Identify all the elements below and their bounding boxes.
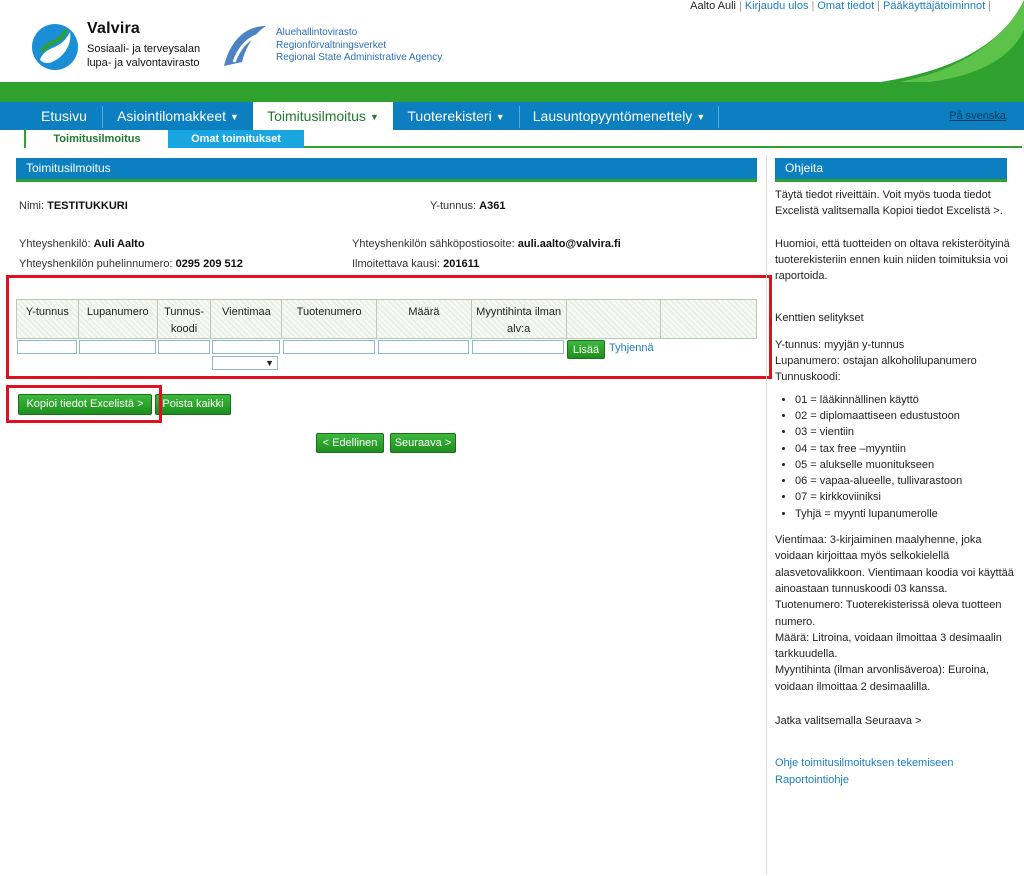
nav-item-tuoterekisteri[interactable]: Tuoterekisteri ▼ <box>393 102 519 130</box>
nav-divider <box>718 106 719 128</box>
ytunnus-field: Y-tunnus: A361 <box>430 200 505 212</box>
admin-functions-link[interactable]: Pääkäyttäjätoiminnot <box>883 0 985 12</box>
nav-item-label: Etusivu <box>41 108 87 124</box>
valvira-logo-icon[interactable] <box>30 22 80 72</box>
code-list-item: Tyhjä = myynti lupanumerolle <box>795 506 1015 522</box>
help-text: Lupanumero: ostajan alkoholilupanumero <box>775 355 977 368</box>
sidebar-divider <box>766 155 767 875</box>
email-field: Yhteyshenkilön sähköpostiosoite: auli.aa… <box>352 238 621 250</box>
avi-logo-icon[interactable] <box>220 22 270 68</box>
sidebar-title: Ohjeita <box>775 158 1007 182</box>
avi-line1: Aluehallintovirasto <box>276 27 358 38</box>
code-list-item: 06 = vapaa-alueelle, tullivarastoon <box>795 473 1015 489</box>
phone-field: Yhteyshenkilön puhelinnumero: 0295 209 5… <box>19 258 243 270</box>
ytunnus-value: A361 <box>479 200 506 212</box>
phone-label: Yhteyshenkilön puhelinnumero: <box>19 258 173 270</box>
help-text: Vientimaa: 3-kirjaiminen maalyhenne, jok… <box>775 534 1014 595</box>
help-heading: Kenttien selitykset <box>775 312 864 325</box>
code-list-item: 02 = diplomaattiseen edustustoon <box>795 408 1015 424</box>
help-text: Tuotenumero: Tuoterekisterissä oleva tuo… <box>775 599 1002 628</box>
excel-button-highlight-box <box>6 385 162 423</box>
contact-label: Yhteyshenkilö: <box>19 238 91 250</box>
help-text: Y-tunnus: myyjän y-tunnus <box>775 338 905 351</box>
avi-text: Aluehallintovirasto Regionförvaltningsve… <box>276 27 442 65</box>
phone-value: 0295 209 512 <box>175 258 243 270</box>
ytunnus-label: Y-tunnus: <box>430 200 477 212</box>
caret-down-icon: ▼ <box>369 112 379 122</box>
code-list-item: 05 = alukselle muonitukseen <box>795 457 1015 473</box>
delete-all-button[interactable]: Poista kaikki <box>155 394 231 415</box>
table-highlight-box <box>6 275 772 379</box>
avi-line2: Regionförvaltningsverket <box>276 39 387 51</box>
name-label: Nimi: <box>19 200 45 212</box>
help-text: Määrä: Litroina, voidaan ilmoittaa 3 des… <box>775 631 1002 661</box>
name-field: Nimi: TESTITUKKURI <box>19 200 128 212</box>
caret-down-icon: ▼ <box>696 112 706 122</box>
header-green-band <box>0 82 1024 102</box>
contact-field: Yhteyshenkilö: Auli Aalto <box>19 238 145 250</box>
reporting-guide-link[interactable]: Raportointiohje <box>775 774 849 786</box>
swedish-language-link[interactable]: På svenska <box>949 102 1006 130</box>
user-links: Aalto Auli | Kirjaudu ulos | Omat tiedot | Pää… <box>690 0 991 12</box>
caret-down-icon: ▼ <box>230 112 239 122</box>
help-text: Tunnuskoodi: <box>775 371 841 384</box>
help-text: Täytä tiedot riveittäin. Voit myös tuoda… <box>775 189 1003 218</box>
page-title: Toimitusilmoitus <box>16 158 757 182</box>
period-label: Ilmoitettava kausi: <box>352 258 441 270</box>
period-field: Ilmoitettava kausi: 201611 <box>352 258 479 270</box>
nav-item-toimitusilmoitus[interactable]: Toimitusilmoitus ▼ <box>253 102 393 130</box>
valvira-title: Valvira <box>87 20 141 37</box>
own-info-link[interactable]: Omat tiedot <box>817 0 874 12</box>
email-label: Yhteyshenkilön sähköpostiosoite: <box>352 238 515 250</box>
caret-down-icon: ▼ <box>495 112 505 122</box>
sub-nav: Toimitusilmoitus Omat toimitukset <box>0 130 1024 148</box>
name-value: TESTITUKKURI <box>47 200 128 212</box>
code-list-item: 03 = vientiin <box>795 424 1015 440</box>
nav-item-etusivu[interactable]: Etusivu <box>26 102 102 130</box>
nav-item-label: Asiointilomakkeet <box>117 108 226 124</box>
next-button[interactable]: Seuraava > <box>390 433 456 453</box>
subtab-omat-toimitukset[interactable]: Omat toimitukset <box>168 130 304 148</box>
nav-item-label: Tuoterekisteri <box>407 108 492 124</box>
code-list-item: 04 = tax free –myyntiin <box>795 441 1015 457</box>
help-sidebar: Täytä tiedot riveittäin. Voit myös tuoda… <box>775 187 1015 788</box>
main-nav: Etusivu Asiointilomakkeet ▼ Toimitusilmoi… <box>0 102 1024 130</box>
help-text: Huomioi, että tuotteiden on oltava rekis… <box>775 237 1010 283</box>
help-text: Jatka valitsemalla Seuraava > <box>775 715 922 728</box>
previous-button[interactable]: < Edellinen <box>316 433 384 453</box>
contact-value: Auli Aalto <box>93 238 145 250</box>
nav-item-label: Lausuntopyyntömenettely <box>532 108 693 124</box>
avi-line3: Regional State Administrative Agency <box>276 52 443 63</box>
nav-item-label: Toimitusilmoitus <box>267 108 366 124</box>
guide-link[interactable]: Ohje toimitusilmoituksen tekemiseen <box>775 757 954 769</box>
user-name: Aalto Auli <box>690 0 736 12</box>
help-text: Myyntihinta (ilman arvonlisäveroa): Euro… <box>775 664 989 693</box>
nav-item-lausuntopyyntomenettely[interactable]: Lausuntopyyntömenettely ▼ <box>520 102 718 130</box>
code-list-item: 07 = kirkkoviiniksi <box>795 489 1015 505</box>
logout-link[interactable]: Kirjaudu ulos <box>745 0 809 12</box>
subtab-toimitusilmoitus[interactable]: Toimitusilmoitus <box>24 130 170 148</box>
email-value: auli.aalto@valvira.fi <box>517 238 621 250</box>
code-list-item: 01 = lääkinnällinen käyttö <box>795 392 1015 408</box>
period-value: 201611 <box>443 258 480 270</box>
nav-item-asiointilomakkeet[interactable]: Asiointilomakkeet ▼ <box>103 102 253 130</box>
code-list: 01 = lääkinnällinen käyttö 02 = diplomaa… <box>775 392 1015 522</box>
